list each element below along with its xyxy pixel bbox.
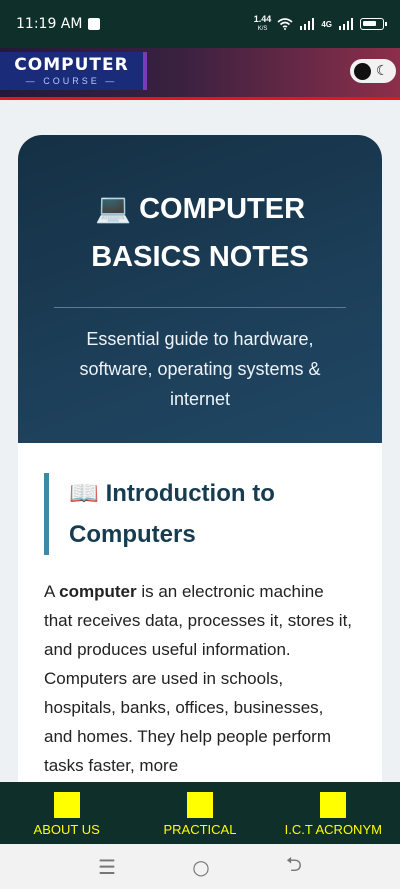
signal-icon-2 — [339, 18, 353, 30]
about-us-icon — [53, 792, 80, 818]
status-icons: 1.44 K/S 4G — [254, 15, 387, 33]
network-type: 4G — [321, 19, 332, 29]
laptop-icon: 💻 — [94, 193, 132, 225]
nav-label-about-us: ABOUT US — [33, 822, 100, 837]
toggle-knob — [354, 62, 371, 80]
menu-icon[interactable]: ☰ — [98, 855, 116, 879]
section-heading: 📖 Introduction to Computers — [44, 473, 356, 555]
section-heading-text: Introduction to Computers — [69, 480, 275, 548]
nav-item-ict-acronym[interactable]: I.C.T ACRONYM — [267, 782, 400, 844]
app-header: COMPUTER — COURSE — ☾ — [0, 48, 400, 100]
theme-toggle[interactable]: ☾ — [350, 59, 396, 83]
body-prefix: A — [44, 582, 60, 601]
hero-banner: 💻 COMPUTER BASICS NOTES Essential guide … — [18, 135, 382, 443]
logo-main-text: COMPUTER — [14, 55, 129, 75]
page-title: 💻 COMPUTER BASICS NOTES — [18, 185, 382, 281]
logo-sub-label: COURSE — [43, 76, 100, 86]
nav-label-practical: PRACTICAL — [163, 822, 237, 837]
signal-icon — [300, 18, 315, 30]
notification-icon — [88, 18, 101, 30]
status-time: 11:19 AM — [16, 16, 83, 32]
body-text: is an electronic machine that receives d… — [44, 582, 353, 775]
practical-icon — [186, 792, 213, 818]
bottom-nav: ABOUT US PRACTICAL I.C.T ACRONYM — [0, 782, 400, 844]
hero-divider — [54, 307, 346, 308]
network-speed-unit: K/S — [257, 26, 268, 32]
logo[interactable]: COMPUTER — COURSE — — [0, 52, 147, 90]
wifi-icon — [277, 18, 293, 30]
back-icon[interactable]: ⮌ — [286, 850, 302, 884]
status-bar: 11:19 AM 1.44 K/S 4G — [0, 0, 400, 48]
book-icon: 📖 — [69, 480, 99, 507]
ict-acronym-icon — [320, 792, 347, 818]
system-nav-bar: ☰ ○ ⮌ — [0, 844, 400, 889]
nav-item-about-us[interactable]: ABOUT US — [0, 782, 133, 844]
network-speed: 1.44 K/S — [254, 15, 272, 33]
home-icon[interactable]: ○ — [192, 855, 209, 879]
intro-section: 📖 Introduction to Computers A computer i… — [18, 443, 382, 780]
page-subtitle: Essential guide to hardware, software, o… — [79, 329, 321, 409]
logo-sub-text: — COURSE — — [25, 76, 118, 86]
section-body: A computer is an electronic machine that… — [44, 577, 356, 780]
body-bold-term: computer — [59, 582, 137, 601]
moon-icon: ☾ — [376, 63, 389, 79]
network-speed-value: 1.44 — [253, 14, 272, 24]
battery-icon — [360, 18, 387, 30]
content-card: 💻 COMPUTER BASICS NOTES Essential guide … — [18, 135, 382, 835]
nav-label-ict-acronym: I.C.T ACRONYM — [284, 822, 382, 837]
nav-item-practical[interactable]: PRACTICAL — [133, 782, 266, 844]
